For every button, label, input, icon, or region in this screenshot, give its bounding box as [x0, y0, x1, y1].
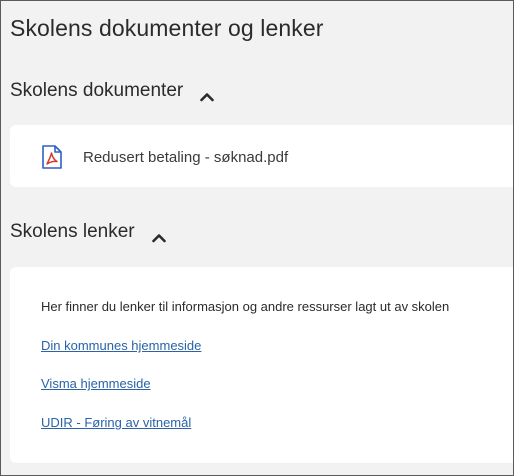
links-card: Her finner du lenker til informasjon og …: [10, 267, 513, 463]
link-visma-hjemmeside[interactable]: Visma hjemmeside: [41, 376, 151, 391]
link-udir-vitnemal[interactable]: UDIR - Føring av vitnemål: [41, 415, 191, 430]
documents-section-header[interactable]: Skolens dokumenter: [10, 79, 215, 103]
document-item[interactable]: Redusert betaling - søknad.pdf: [41, 145, 288, 169]
links-heading: Skolens lenker: [10, 221, 135, 242]
documents-card: Redusert betaling - søknad.pdf: [10, 125, 513, 187]
document-name[interactable]: Redusert betaling - søknad.pdf: [83, 149, 288, 166]
documents-heading: Skolens dokumenter: [10, 80, 184, 101]
pdf-file-icon: [41, 145, 63, 169]
links-section-header[interactable]: Skolens lenker: [10, 220, 166, 244]
app-frame: Skolens dokumenter og lenker Skolens dok…: [0, 0, 514, 476]
links-intro-text: Her finner du lenker til informasjon og …: [41, 299, 450, 314]
link-kommune-hjemmeside[interactable]: Din kommunes hjemmeside: [41, 338, 201, 353]
chevron-up-icon[interactable]: [151, 227, 166, 243]
chevron-up-icon[interactable]: [200, 86, 215, 102]
page-title: Skolens dokumenter og lenker: [10, 15, 324, 41]
